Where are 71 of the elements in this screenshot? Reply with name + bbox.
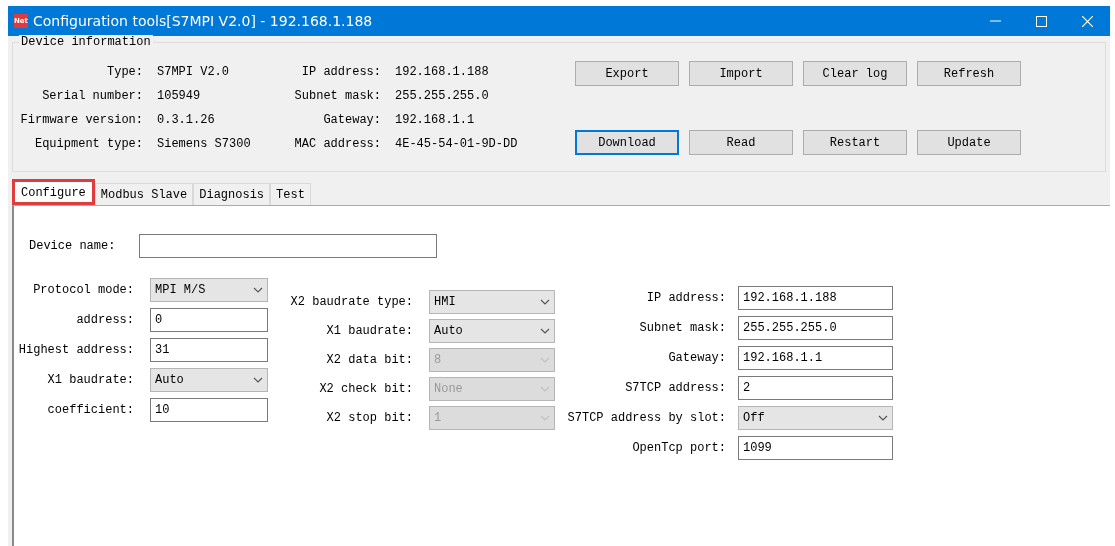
field-label: S7TCP address:	[624, 381, 726, 395]
tab[interactable]: Diagnosis	[193, 183, 271, 205]
field-value: 105949	[157, 89, 202, 103]
action-button[interactable]: Update	[917, 130, 1021, 155]
field-label: Type:	[106, 65, 143, 79]
field-value: 4E-45-54-01-9D-DD	[395, 137, 519, 151]
field-label: IP address:	[300, 65, 381, 79]
action-button[interactable]: Export	[575, 61, 679, 86]
field-label: X1 baudrate:	[46, 373, 134, 387]
field-label: Firmware version:	[19, 113, 143, 127]
field-label: S7TCP address by slot:	[566, 411, 726, 425]
input-field[interactable]: 10	[150, 398, 268, 422]
chevron-down-icon	[253, 377, 263, 383]
field-label: coefficient:	[46, 403, 134, 417]
input-field[interactable]: 192.168.1.188	[738, 286, 893, 310]
dropdown[interactable]: Off	[738, 406, 893, 430]
field-label: OpenTcp port:	[631, 441, 726, 455]
action-button[interactable]: Read	[689, 130, 793, 155]
field-label: address:	[75, 313, 134, 327]
field-label: X2 baudrate type:	[289, 295, 413, 309]
field-label: Serial number:	[41, 89, 143, 103]
field-label: X2 stop bit:	[325, 411, 413, 425]
field-label: Equipment type:	[33, 137, 143, 151]
field-label: X1 baudrate:	[325, 324, 413, 338]
field-label: Highest address:	[17, 343, 134, 357]
chevron-down-icon	[540, 386, 550, 392]
field-label: Subnet mask:	[293, 89, 381, 103]
action-button[interactable]: Download	[575, 130, 679, 155]
field-label: Device name:	[29, 239, 116, 253]
field-value: 255.255.255.0	[395, 89, 490, 103]
chevron-down-icon	[540, 328, 550, 334]
tab[interactable]: Configure	[12, 179, 95, 205]
field-label: Gateway:	[322, 113, 381, 127]
dropdown[interactable]: Auto	[150, 368, 268, 392]
field-value: 192.168.1.188	[395, 65, 490, 79]
chevron-down-icon	[540, 299, 550, 305]
tab[interactable]: Modbus Slave	[94, 183, 194, 205]
field-label: Subnet mask:	[638, 321, 726, 335]
window-title: Configuration tools[S7MPI V2.0] - 192.168.1.188	[33, 13, 374, 29]
input-field[interactable]: 2	[738, 376, 893, 400]
field-label: X2 check bit:	[318, 382, 413, 396]
field-value: S7MPI V2.0	[157, 65, 230, 79]
action-button[interactable]: Import	[689, 61, 793, 86]
field-value: Siemens S7300	[157, 137, 252, 151]
chevron-down-icon	[253, 287, 263, 293]
maximize-icon[interactable]	[1035, 15, 1047, 27]
dropdown[interactable]: HMI	[429, 290, 555, 314]
input-field[interactable]: 255.255.255.0	[738, 316, 893, 340]
dropdown[interactable]: Auto	[429, 319, 555, 343]
dropdown[interactable]: MPI M/S	[150, 278, 268, 302]
minimize-icon[interactable]	[989, 20, 1001, 22]
action-button[interactable]: Clear log	[803, 61, 907, 86]
field-label: Gateway:	[667, 351, 726, 365]
input-field[interactable]: 0	[150, 308, 268, 332]
action-button[interactable]: Refresh	[917, 61, 1021, 86]
close-icon[interactable]	[1081, 15, 1093, 27]
field-label: MAC address:	[293, 137, 381, 151]
field-label: X2 data bit:	[325, 353, 413, 367]
input-field[interactable]	[139, 234, 438, 258]
field-value: 192.168.1.1	[395, 113, 476, 127]
action-button[interactable]: Restart	[803, 130, 907, 155]
chevron-down-icon	[540, 415, 550, 421]
field-label: Protocol mode:	[32, 283, 134, 297]
tab[interactable]: Test	[270, 183, 311, 205]
field-value: 0.3.1.26	[157, 113, 216, 127]
input-field[interactable]: 31	[150, 338, 268, 362]
chevron-down-icon	[540, 357, 550, 363]
input-field[interactable]: 1099	[738, 436, 893, 460]
input-field[interactable]: 192.168.1.1	[738, 346, 893, 370]
field-label: IP address:	[645, 291, 726, 305]
chevron-down-icon	[878, 415, 888, 421]
